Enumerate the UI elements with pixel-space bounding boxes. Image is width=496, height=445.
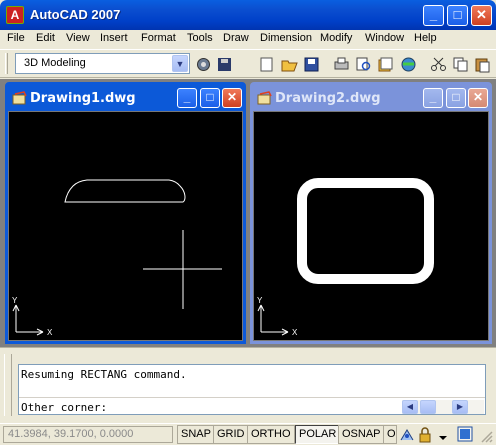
coordinate-readout[interactable]: 41.3984, 39.1700, 0.0000: [3, 426, 173, 443]
snap-toggle[interactable]: SNAP: [177, 425, 215, 444]
chevron-down-icon[interactable]: ▼: [172, 55, 188, 72]
drawing-file-icon: [12, 91, 27, 105]
scroll-left-icon[interactable]: ◀: [402, 400, 418, 414]
drawing-file-icon: [257, 91, 272, 105]
menu-help[interactable]: Help: [414, 32, 437, 44]
drawing1-window[interactable]: Drawing1.dwg _ □ ✕ Y X: [5, 82, 246, 344]
ortho-toggle[interactable]: ORTHO: [247, 425, 295, 444]
window-title: AutoCAD 2007: [30, 7, 121, 22]
minimize-button[interactable]: _: [423, 5, 444, 26]
grid-toggle[interactable]: GRID: [213, 425, 249, 444]
save-icon[interactable]: [303, 56, 320, 73]
ucs-y-label: Y: [12, 296, 18, 305]
menu-format[interactable]: Format: [141, 32, 176, 44]
publish-icon[interactable]: [377, 56, 394, 73]
menu-file[interactable]: File: [7, 32, 25, 44]
scroll-thumb[interactable]: [420, 400, 436, 414]
drawing1-minimize-button[interactable]: _: [177, 88, 197, 108]
scroll-right-icon[interactable]: ▶: [452, 400, 468, 414]
ucs-x-label: X: [47, 328, 53, 337]
autocad-app-icon[interactable]: A: [6, 6, 24, 24]
close-button[interactable]: ✕: [471, 5, 492, 26]
workspace-settings-icon[interactable]: [195, 56, 212, 73]
drawing2-maximize-button[interactable]: □: [446, 88, 466, 108]
drawing2-canvas[interactable]: Y X: [253, 111, 489, 341]
maximize-button[interactable]: □: [447, 5, 468, 26]
workspace-value: 3D Modeling: [24, 57, 86, 69]
command-prompt[interactable]: Other corner:: [21, 401, 107, 414]
drawing1-canvas[interactable]: Y X: [8, 111, 243, 341]
ucs-y-label: Y: [257, 296, 263, 305]
cut-icon[interactable]: [430, 56, 447, 73]
drawing2-title: Drawing2.dwg: [275, 91, 381, 106]
clean-screen-icon[interactable]: [457, 426, 473, 442]
new-icon[interactable]: [258, 56, 275, 73]
communication-center-icon[interactable]: [399, 427, 415, 443]
menu-tools[interactable]: Tools: [187, 32, 213, 44]
command-divider: [19, 397, 485, 398]
otrack-toggle[interactable]: O: [383, 425, 397, 444]
menu-draw[interactable]: Draw: [223, 32, 249, 44]
command-window-grip[interactable]: [4, 354, 12, 416]
drawing2-minimize-button[interactable]: _: [423, 88, 443, 108]
menu-edit[interactable]: Edit: [36, 32, 55, 44]
workspace-save-icon[interactable]: [216, 56, 233, 73]
toolbar: 3D Modeling ▼: [0, 49, 496, 78]
drawing1-titlebar[interactable]: Drawing1.dwg _ □ ✕: [8, 85, 243, 111]
drawing1-close-button[interactable]: ✕: [222, 88, 242, 108]
command-horizontal-scrollbar[interactable]: ◀ ▶: [402, 400, 484, 414]
drawing2-close-button[interactable]: ✕: [468, 88, 488, 108]
paste-icon[interactable]: [474, 56, 491, 73]
drawing2-geometry: Y X: [257, 178, 434, 337]
menubar: File Edit View Insert Format Tools Draw …: [0, 30, 496, 48]
polar-toggle[interactable]: POLAR: [295, 425, 341, 444]
status-menu-icon[interactable]: [436, 427, 450, 443]
menu-insert[interactable]: Insert: [100, 32, 128, 44]
drawing1-title: Drawing1.dwg: [30, 91, 136, 106]
command-history-line: Resuming RECTANG command.: [21, 368, 187, 381]
menu-view[interactable]: View: [66, 32, 90, 44]
ucs-icon: Y X: [257, 296, 298, 337]
workspace-dropdown[interactable]: 3D Modeling ▼: [15, 53, 190, 74]
rounded-segment-shape: [64, 179, 186, 203]
resize-grip-icon[interactable]: [480, 430, 494, 444]
ucs-icon: Y X: [12, 296, 53, 337]
thick-rounded-rectangle: [297, 178, 434, 284]
ucs-x-label: X: [292, 328, 298, 337]
drawing2-titlebar[interactable]: Drawing2.dwg _ □ ✕: [253, 85, 489, 111]
menu-window[interactable]: Window: [365, 32, 404, 44]
plot-icon[interactable]: [333, 56, 350, 73]
lock-icon[interactable]: [418, 427, 432, 443]
osnap-toggle[interactable]: OSNAP: [338, 425, 385, 444]
drawing2-window[interactable]: Drawing2.dwg _ □ ✕ Y X: [250, 82, 492, 344]
main-titlebar[interactable]: A AutoCAD 2007 _ □ ✕: [0, 0, 496, 30]
drawing1-geometry: Y X: [12, 179, 222, 337]
open-icon[interactable]: [281, 56, 298, 73]
copy-icon[interactable]: [452, 56, 469, 73]
status-bar: 41.3984, 39.1700, 0.0000 SNAP GRID ORTHO…: [0, 423, 496, 445]
plot-preview-icon[interactable]: [355, 56, 372, 73]
menu-modify[interactable]: Modify: [320, 32, 352, 44]
drawing1-maximize-button[interactable]: □: [200, 88, 220, 108]
command-window: Resuming RECTANG command. Other corner: …: [0, 347, 496, 423]
toolbar-grip[interactable]: [5, 53, 8, 74]
menu-dimension[interactable]: Dimension: [260, 32, 312, 44]
3d-dwf-icon[interactable]: [400, 56, 417, 73]
